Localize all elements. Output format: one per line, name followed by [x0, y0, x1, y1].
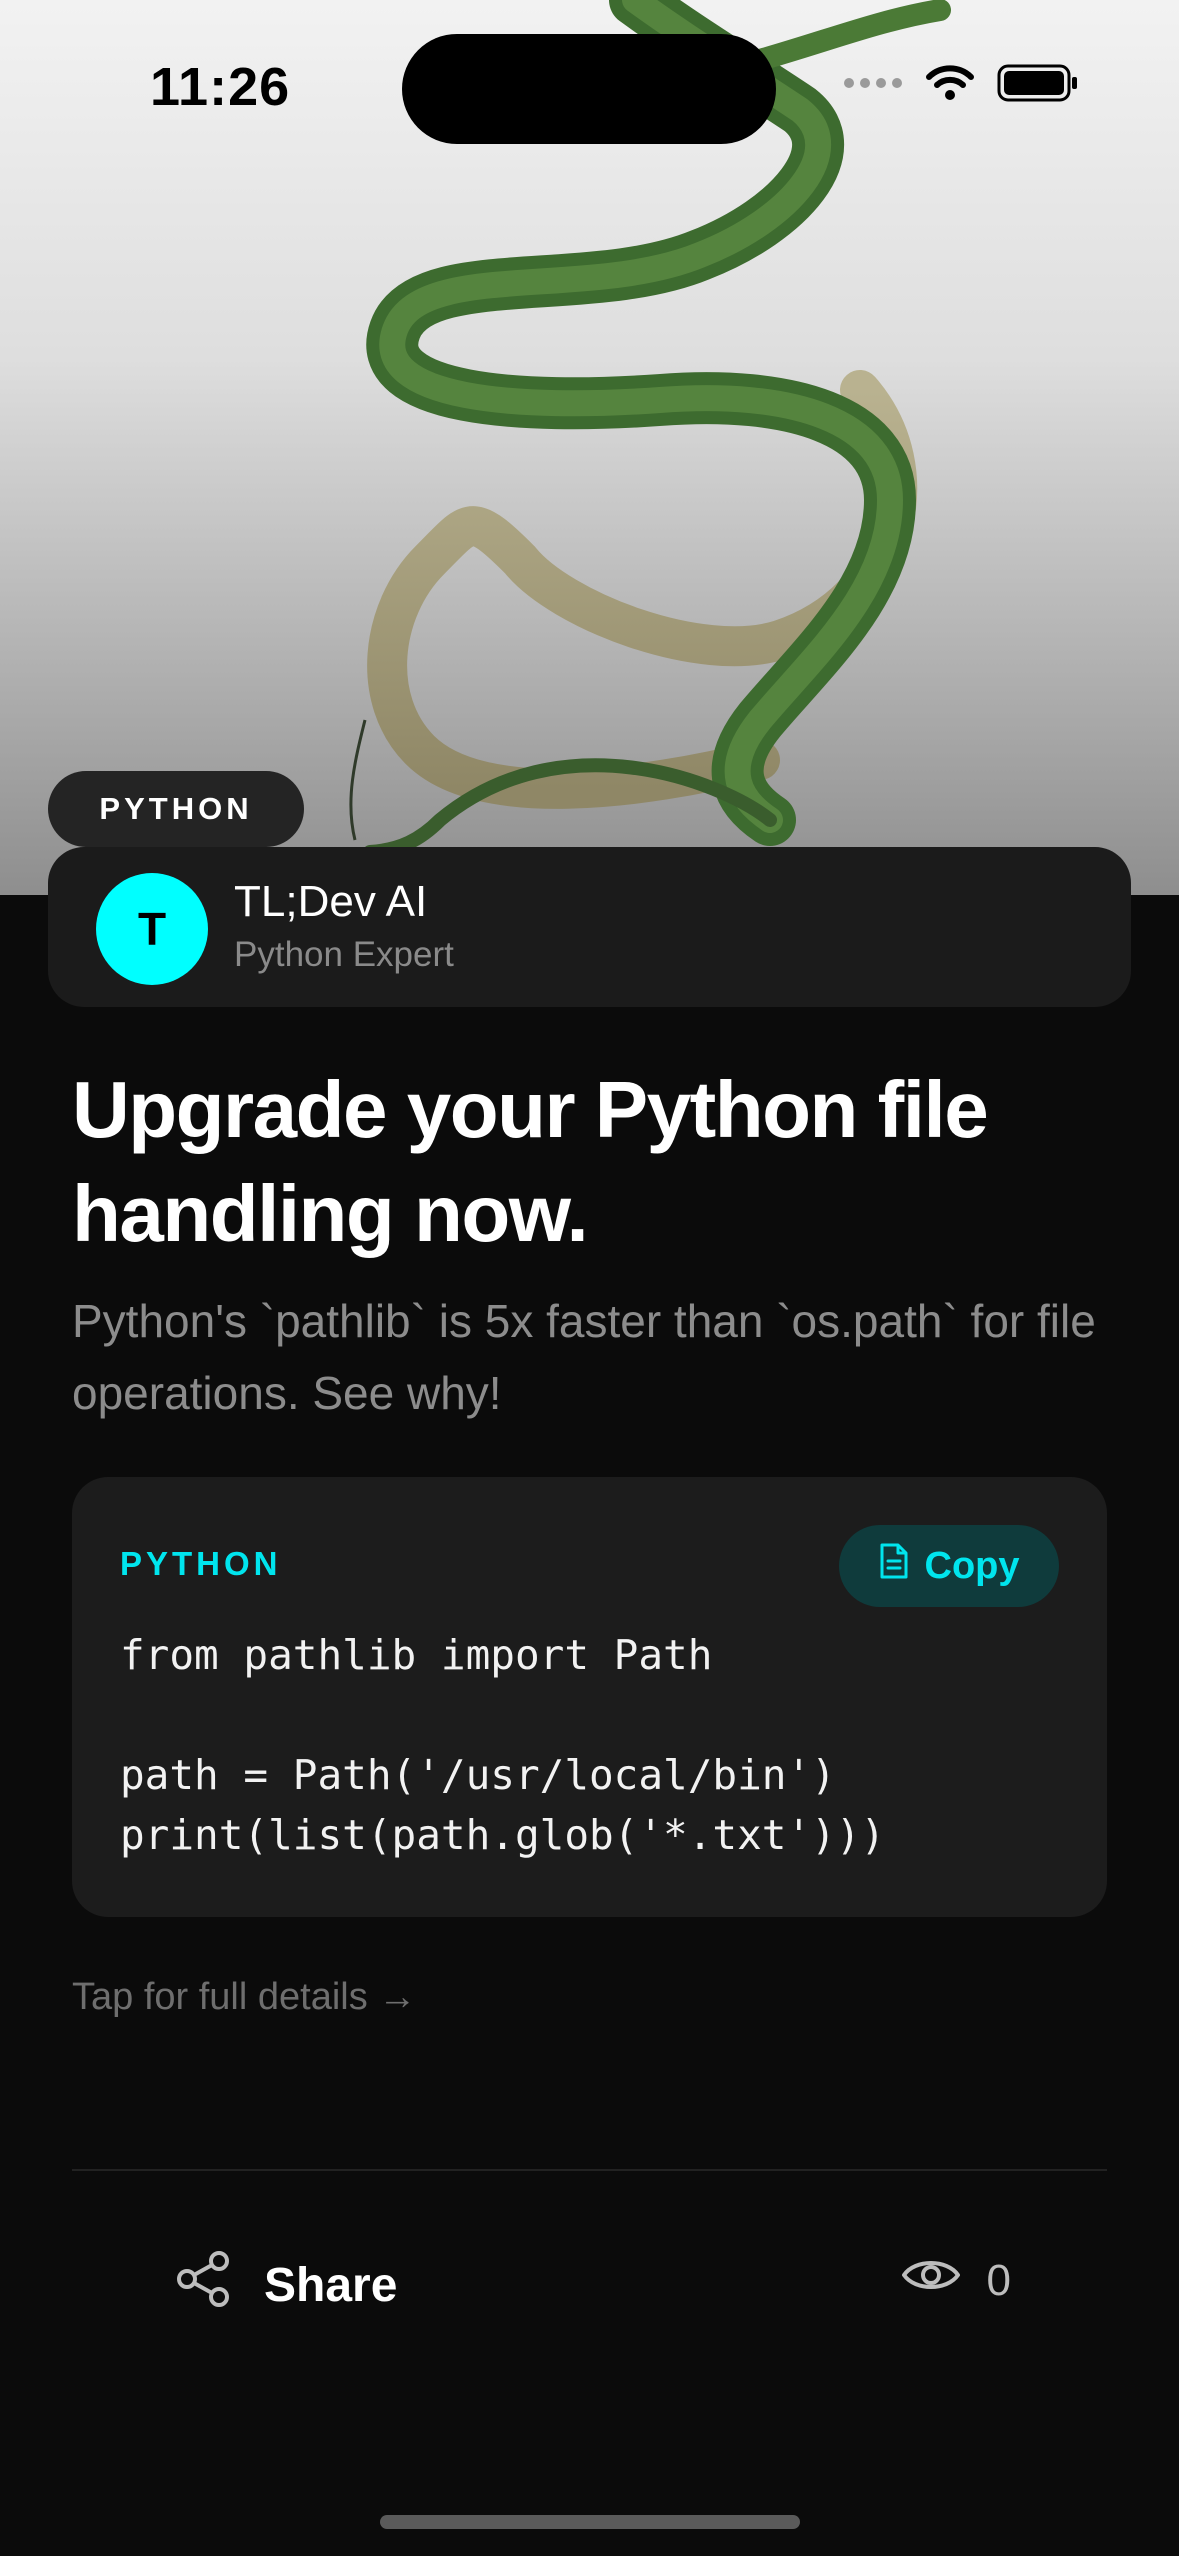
status-time: 11:26: [150, 57, 291, 117]
copy-button[interactable]: Copy: [839, 1525, 1059, 1607]
wifi-icon: [925, 64, 975, 107]
author-role: Python Expert: [234, 935, 454, 974]
avatar: T: [96, 873, 208, 985]
status-icons: [843, 64, 1079, 107]
full-details-link[interactable]: Tap for full details →: [72, 1976, 416, 2019]
document-icon: [879, 1542, 909, 1590]
copy-button-label: Copy: [924, 1544, 1020, 1587]
author-card[interactable]: T TL;Dev AI Python Expert: [48, 847, 1131, 1007]
cellular-signal-icon: [843, 76, 903, 95]
post-title: Upgrade your Python file handling now.: [72, 1065, 989, 1258]
view-count: 0: [901, 2255, 1011, 2306]
home-indicator[interactable]: [380, 2515, 800, 2529]
dynamic-island: [402, 34, 776, 144]
share-label: Share: [264, 2258, 398, 2312]
footer-divider: [72, 2169, 1107, 2171]
code-language-label: PYTHON: [120, 1545, 282, 1582]
code-snippet: from pathlib import Path path = Path('/u…: [120, 1631, 886, 1859]
post-summary: Python's `pathlib` is 5x faster than `os…: [72, 1295, 1096, 1419]
share-icon: [174, 2250, 232, 2320]
battery-icon: [997, 64, 1079, 107]
category-tag[interactable]: PYTHON: [48, 771, 304, 847]
author-name: TL;Dev AI: [234, 877, 428, 926]
view-count-value: 0: [986, 2255, 1011, 2305]
eye-icon: [901, 2255, 961, 2306]
share-button[interactable]: Share: [174, 2250, 397, 2320]
code-card: PYTHON Copy from pathlib import Path pat…: [72, 1477, 1107, 1917]
